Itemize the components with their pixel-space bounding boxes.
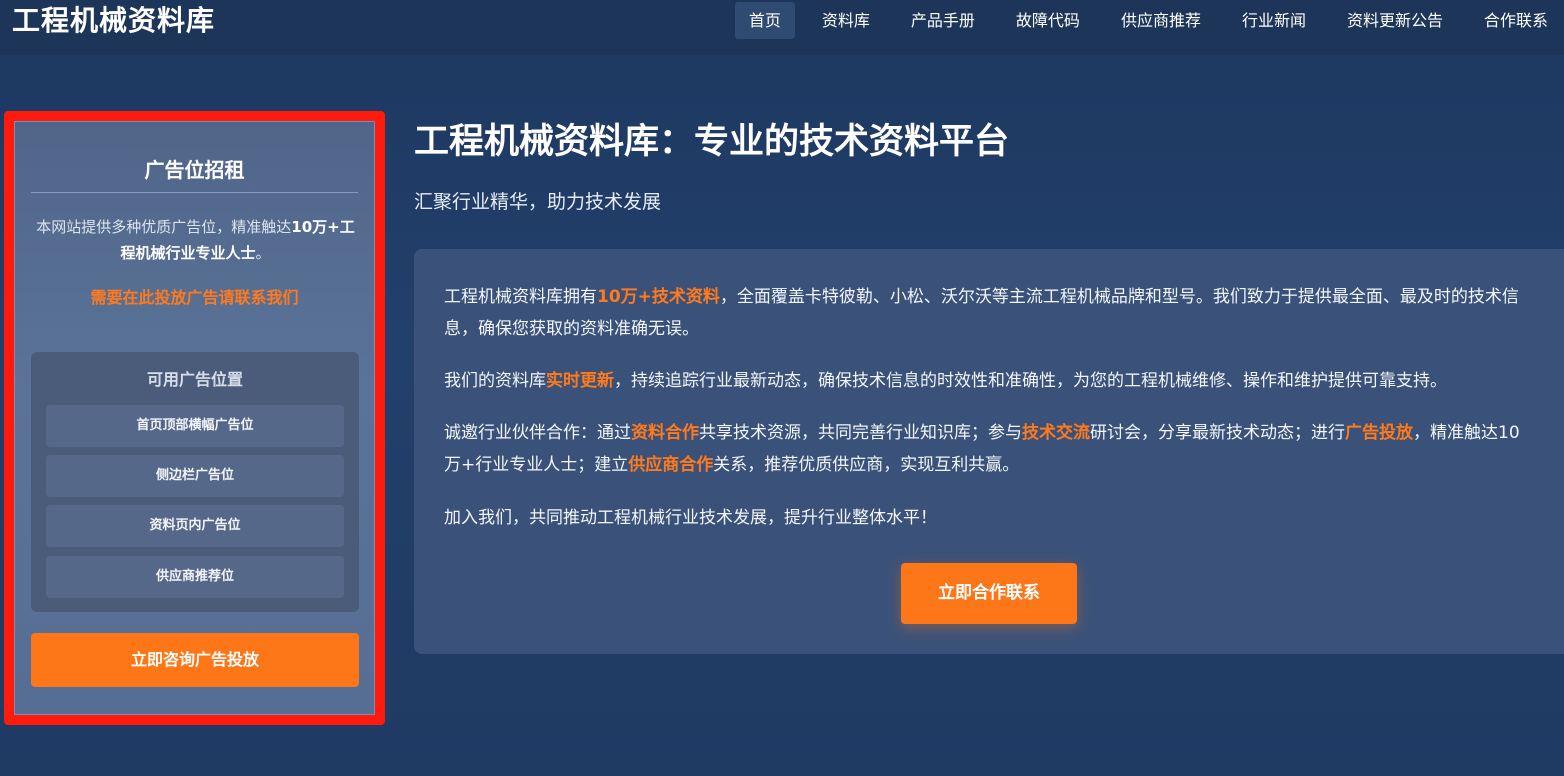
ad-slots-heading: 可用广告位置 (146, 370, 243, 389)
p3-highlight-data-cooperation: 资料合作 (631, 423, 699, 443)
p3-highlight-advertising: 广告投放 (1345, 423, 1413, 443)
intro-paragraph-3: 诚邀行业伙伴合作：通过资料合作共享技术资源，共同完善行业知识库；参与技术交流研讨… (444, 417, 1534, 481)
intro-card: 工程机械资料库拥有10万+技术资料，全面覆盖卡特彼勒、小松、沃尔沃等主流工程机械… (414, 249, 1564, 654)
nav-library[interactable]: 资料库 (808, 2, 884, 39)
ad-slot-sidebar[interactable]: 侧边栏广告位 (46, 455, 344, 497)
intro-paragraph-2: 我们的资料库实时更新，持续追踪行业最新动态，确保技术信息的时效性和准确性，为您的… (444, 365, 1534, 397)
page-title: 工程机械资料库：专业的技术资料平台 (414, 122, 1010, 162)
p3-text-e: 关系，推荐优质供应商，实现互利共赢。 (713, 455, 1020, 475)
ad-sidebar-divider (31, 192, 358, 193)
p2-highlight: 实时更新 (546, 371, 614, 391)
p3-text-a: 诚邀行业伙伴合作：通过 (444, 423, 631, 443)
nav-update-notices[interactable]: 资料更新公告 (1333, 2, 1457, 39)
p1-highlight: 10万+技术资料 (597, 287, 720, 307)
p2-text-a: 我们的资料库 (444, 371, 546, 391)
p3-highlight-tech-exchange: 技术交流 (1022, 423, 1090, 443)
ad-sidebar-description: 本网站提供多种优质广告位，精准触达10万+工程机械行业专业人士。 (35, 214, 356, 266)
ad-desc-text: 本网站提供多种优质广告位，精准触达 (36, 218, 292, 236)
ad-desc-end: 。 (255, 244, 271, 262)
nav-home[interactable]: 首页 (734, 1, 795, 39)
p3-text-b: 共享技术资源，共同完善行业知识库；参与 (699, 423, 1022, 443)
ad-contact-link[interactable]: 需要在此投放广告请联系我们 (15, 286, 374, 310)
consult-ad-button[interactable]: 立即咨询广告投放 (31, 633, 359, 687)
ad-sidebar-title: 广告位招租 (144, 158, 245, 182)
nav-product-manuals[interactable]: 产品手册 (897, 2, 989, 39)
ad-slot-homepage-banner[interactable]: 首页顶部横幅广告位 (46, 405, 344, 447)
p3-highlight-supplier: 供应商合作 (628, 455, 714, 475)
ad-sidebar: 广告位招租 本网站提供多种优质广告位，精准触达10万+工程机械行业专业人士。 需… (14, 121, 375, 715)
ad-slot-in-page[interactable]: 资料页内广告位 (46, 505, 344, 547)
ad-slot-supplier[interactable]: 供应商推荐位 (46, 556, 344, 598)
nav-cooperation[interactable]: 合作联系 (1470, 2, 1562, 39)
p1-text-a: 工程机械资料库拥有 (444, 287, 597, 307)
intro-paragraph-4: 加入我们，共同推动工程机械行业技术发展，提升行业整体水平！ (444, 508, 937, 528)
site-logo[interactable]: 工程机械资料库 (12, 4, 215, 38)
p2-text-b: ，持续追踪行业最新动态，确保技术信息的时效性和准确性，为您的工程机械维修、操作和… (614, 371, 1447, 391)
intro-paragraph-1: 工程机械资料库拥有10万+技术资料，全面覆盖卡特彼勒、小松、沃尔沃等主流工程机械… (444, 281, 1534, 345)
ad-slots-panel: 可用广告位置 首页顶部横幅广告位 侧边栏广告位 资料页内广告位 供应商推荐位 (31, 352, 359, 612)
contact-cooperation-button[interactable]: 立即合作联系 (901, 563, 1077, 624)
top-header: 工程机械资料库 首页 资料库 产品手册 故障代码 供应商推荐 行业新闻 资料更新… (0, 0, 1564, 55)
nav-suppliers[interactable]: 供应商推荐 (1107, 2, 1215, 39)
nav-fault-codes[interactable]: 故障代码 (1002, 2, 1094, 39)
nav-industry-news[interactable]: 行业新闻 (1228, 2, 1320, 39)
p3-text-c: 研讨会，分享最新技术动态；进行 (1090, 423, 1345, 443)
ad-sidebar-highlight: 广告位招租 本网站提供多种优质广告位，精准触达10万+工程机械行业专业人士。 需… (4, 111, 385, 725)
page-subtitle: 汇聚行业精华，助力技术发展 (414, 191, 662, 213)
main-nav: 首页 资料库 产品手册 故障代码 供应商推荐 行业新闻 资料更新公告 合作联系 (734, 0, 1564, 40)
